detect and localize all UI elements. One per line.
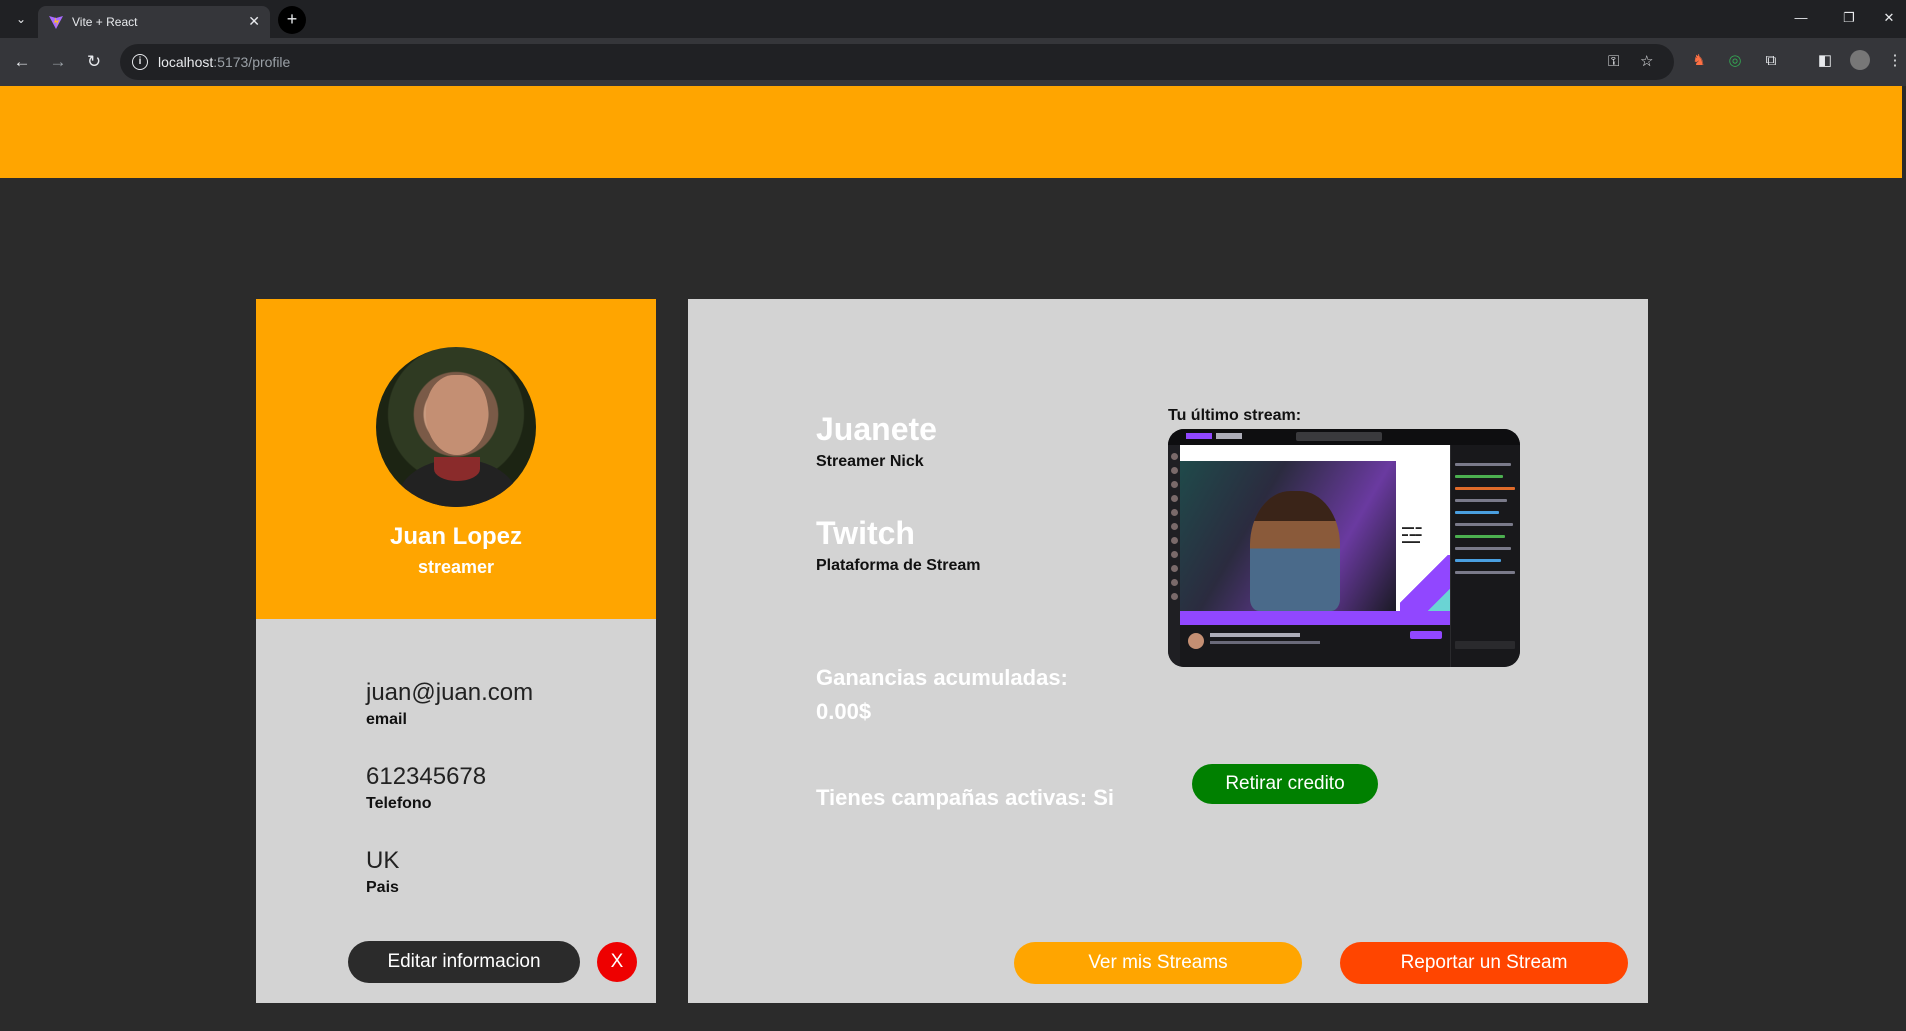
scrollbar[interactable] bbox=[1902, 86, 1906, 1031]
thumb-dot bbox=[1171, 495, 1178, 502]
report-stream-button[interactable]: Reportar un Stream bbox=[1340, 942, 1628, 984]
thumb-chat-line bbox=[1455, 571, 1515, 574]
browser-tab-strip: ⌄ Vite + React ✕ + — ❐ ✕ bbox=[0, 0, 1906, 38]
streamer-nick-label: Streamer Nick bbox=[816, 453, 924, 470]
thumb-channel-avatar bbox=[1188, 633, 1204, 649]
url-host: localhost bbox=[158, 54, 214, 70]
stream-info-card: Juanete Streamer Nick Twitch Plataforma … bbox=[688, 299, 1648, 1003]
site-info-icon[interactable]: i bbox=[132, 54, 148, 70]
tab-search-chevron-icon[interactable]: ⌄ bbox=[12, 10, 30, 28]
top-header-bar bbox=[0, 86, 1906, 178]
extension-fox-icon[interactable]: ♞ bbox=[1688, 50, 1710, 72]
withdraw-credit-button[interactable]: Retirar credito bbox=[1192, 764, 1378, 804]
thumb-chat-line bbox=[1455, 511, 1499, 514]
thumb-search bbox=[1296, 432, 1382, 441]
thumb-dot bbox=[1171, 453, 1178, 460]
minimize-icon[interactable]: — bbox=[1786, 8, 1816, 28]
extensions-puzzle-icon[interactable]: ⧉ bbox=[1760, 50, 1782, 72]
browser-toolbar: ← → ↻ i localhost:5173/profile ⚿ ☆ ♞ ◎ ⧉… bbox=[0, 38, 1906, 86]
thumb-streamer bbox=[1250, 491, 1340, 611]
thumb-dot bbox=[1171, 481, 1178, 488]
thumb-dot bbox=[1171, 551, 1178, 558]
thumb-chat-line bbox=[1455, 487, 1515, 490]
avatar-collar bbox=[434, 457, 480, 481]
thumb-dot bbox=[1171, 509, 1178, 516]
thumb-title-line bbox=[1210, 633, 1300, 637]
thumb-chat-line bbox=[1455, 475, 1503, 478]
thumb-ad-graphic: ▬▬ ▬ ▬ ▬▬ ▬▬▬ bbox=[1402, 525, 1422, 545]
earnings-value: 0.00$ bbox=[816, 699, 872, 724]
thumb-chat-line bbox=[1455, 463, 1511, 466]
thumb-stripe bbox=[1180, 611, 1450, 625]
thumb-chat bbox=[1450, 445, 1520, 667]
back-arrow-icon[interactable]: ← bbox=[10, 50, 34, 74]
last-stream-thumbnail[interactable]: ▬▬ ▬ ▬ ▬▬ ▬▬▬ bbox=[1168, 429, 1520, 667]
country-value: UK bbox=[366, 847, 400, 874]
thumb-video: ▬▬ ▬ ▬ ▬▬ ▬▬▬ bbox=[1180, 445, 1450, 625]
thumb-sidebar bbox=[1168, 445, 1180, 667]
profile-name: Juan Lopez bbox=[389, 523, 522, 550]
thumb-dot bbox=[1171, 565, 1178, 572]
country-label: Pais bbox=[366, 879, 399, 896]
new-tab-button[interactable]: + bbox=[278, 6, 306, 34]
active-campaigns-text: Tienes campañas activas: Si bbox=[816, 785, 1114, 810]
streamer-nick-value: Juanete bbox=[816, 411, 937, 447]
thumb-dot bbox=[1171, 579, 1178, 586]
phone-label: Telefono bbox=[366, 795, 432, 812]
earnings-label: Ganancias acumuladas: bbox=[816, 665, 1068, 690]
platform-label: Plataforma de Stream bbox=[816, 557, 981, 574]
menu-kebab-icon[interactable]: ⋮ bbox=[1884, 50, 1906, 72]
phone-value: 612345678 bbox=[366, 763, 487, 790]
last-stream-label: Tu último stream: bbox=[1168, 407, 1302, 424]
avatar bbox=[376, 347, 536, 507]
thumb-info-bar bbox=[1180, 625, 1450, 667]
thumb-camera bbox=[1180, 461, 1396, 611]
thumb-chat-line bbox=[1455, 499, 1507, 502]
tab-close-icon[interactable]: ✕ bbox=[248, 13, 260, 29]
tab-title: Vite + React bbox=[72, 15, 138, 29]
password-key-icon[interactable]: ⚿ bbox=[1608, 53, 1619, 71]
address-bar[interactable]: i localhost:5173/profile ⚿ ☆ bbox=[120, 44, 1674, 80]
profile-role: streamer bbox=[417, 557, 495, 577]
thumb-chat-line bbox=[1455, 547, 1511, 550]
edit-info-button[interactable]: Editar informacion bbox=[348, 941, 580, 983]
thumb-follow-button bbox=[1410, 631, 1442, 639]
thumb-nav-tab bbox=[1186, 433, 1212, 439]
profile-header: Juan Lopez streamer bbox=[256, 299, 656, 619]
url-path: :5173/profile bbox=[213, 54, 291, 70]
bookmark-star-icon[interactable]: ☆ bbox=[1640, 53, 1653, 71]
thumb-chat-input bbox=[1455, 641, 1515, 649]
close-window-icon[interactable]: ✕ bbox=[1874, 8, 1904, 28]
delete-profile-button[interactable]: X bbox=[597, 942, 637, 982]
thumb-dot bbox=[1171, 537, 1178, 544]
email-label: email bbox=[366, 711, 407, 728]
restore-icon[interactable]: ❐ bbox=[1834, 8, 1864, 28]
reload-icon[interactable]: ↻ bbox=[82, 50, 106, 74]
thumb-dot bbox=[1171, 593, 1178, 600]
view-streams-button[interactable]: Ver mis Streams bbox=[1014, 942, 1302, 984]
thumb-dot bbox=[1171, 523, 1178, 530]
profile-avatar-icon[interactable] bbox=[1850, 50, 1870, 70]
thumb-subtitle-line bbox=[1210, 641, 1320, 644]
url-text[interactable]: localhost:5173/profile bbox=[158, 54, 290, 70]
thumb-chat-line bbox=[1455, 523, 1513, 526]
thumb-dot bbox=[1171, 467, 1178, 474]
side-panel-icon[interactable]: ◧ bbox=[1814, 50, 1836, 72]
page-content: Juan Lopez streamer juan@juan.com email … bbox=[0, 86, 1906, 1031]
profile-card: Juan Lopez streamer juan@juan.com email … bbox=[256, 299, 656, 1003]
extension-circle-icon[interactable]: ◎ bbox=[1724, 50, 1746, 72]
thumb-chat-line bbox=[1455, 535, 1505, 538]
thumb-chat-line bbox=[1455, 559, 1501, 562]
vite-logo-icon bbox=[49, 16, 63, 29]
browser-tab-active[interactable]: Vite + React ✕ bbox=[38, 6, 270, 38]
thumb-nav-tab bbox=[1216, 433, 1242, 439]
thumb-nav bbox=[1168, 429, 1520, 445]
platform-value: Twitch bbox=[816, 515, 915, 551]
email-value: juan@juan.com bbox=[366, 679, 534, 706]
avatar-face bbox=[426, 375, 488, 455]
forward-arrow-icon[interactable]: → bbox=[46, 50, 70, 74]
